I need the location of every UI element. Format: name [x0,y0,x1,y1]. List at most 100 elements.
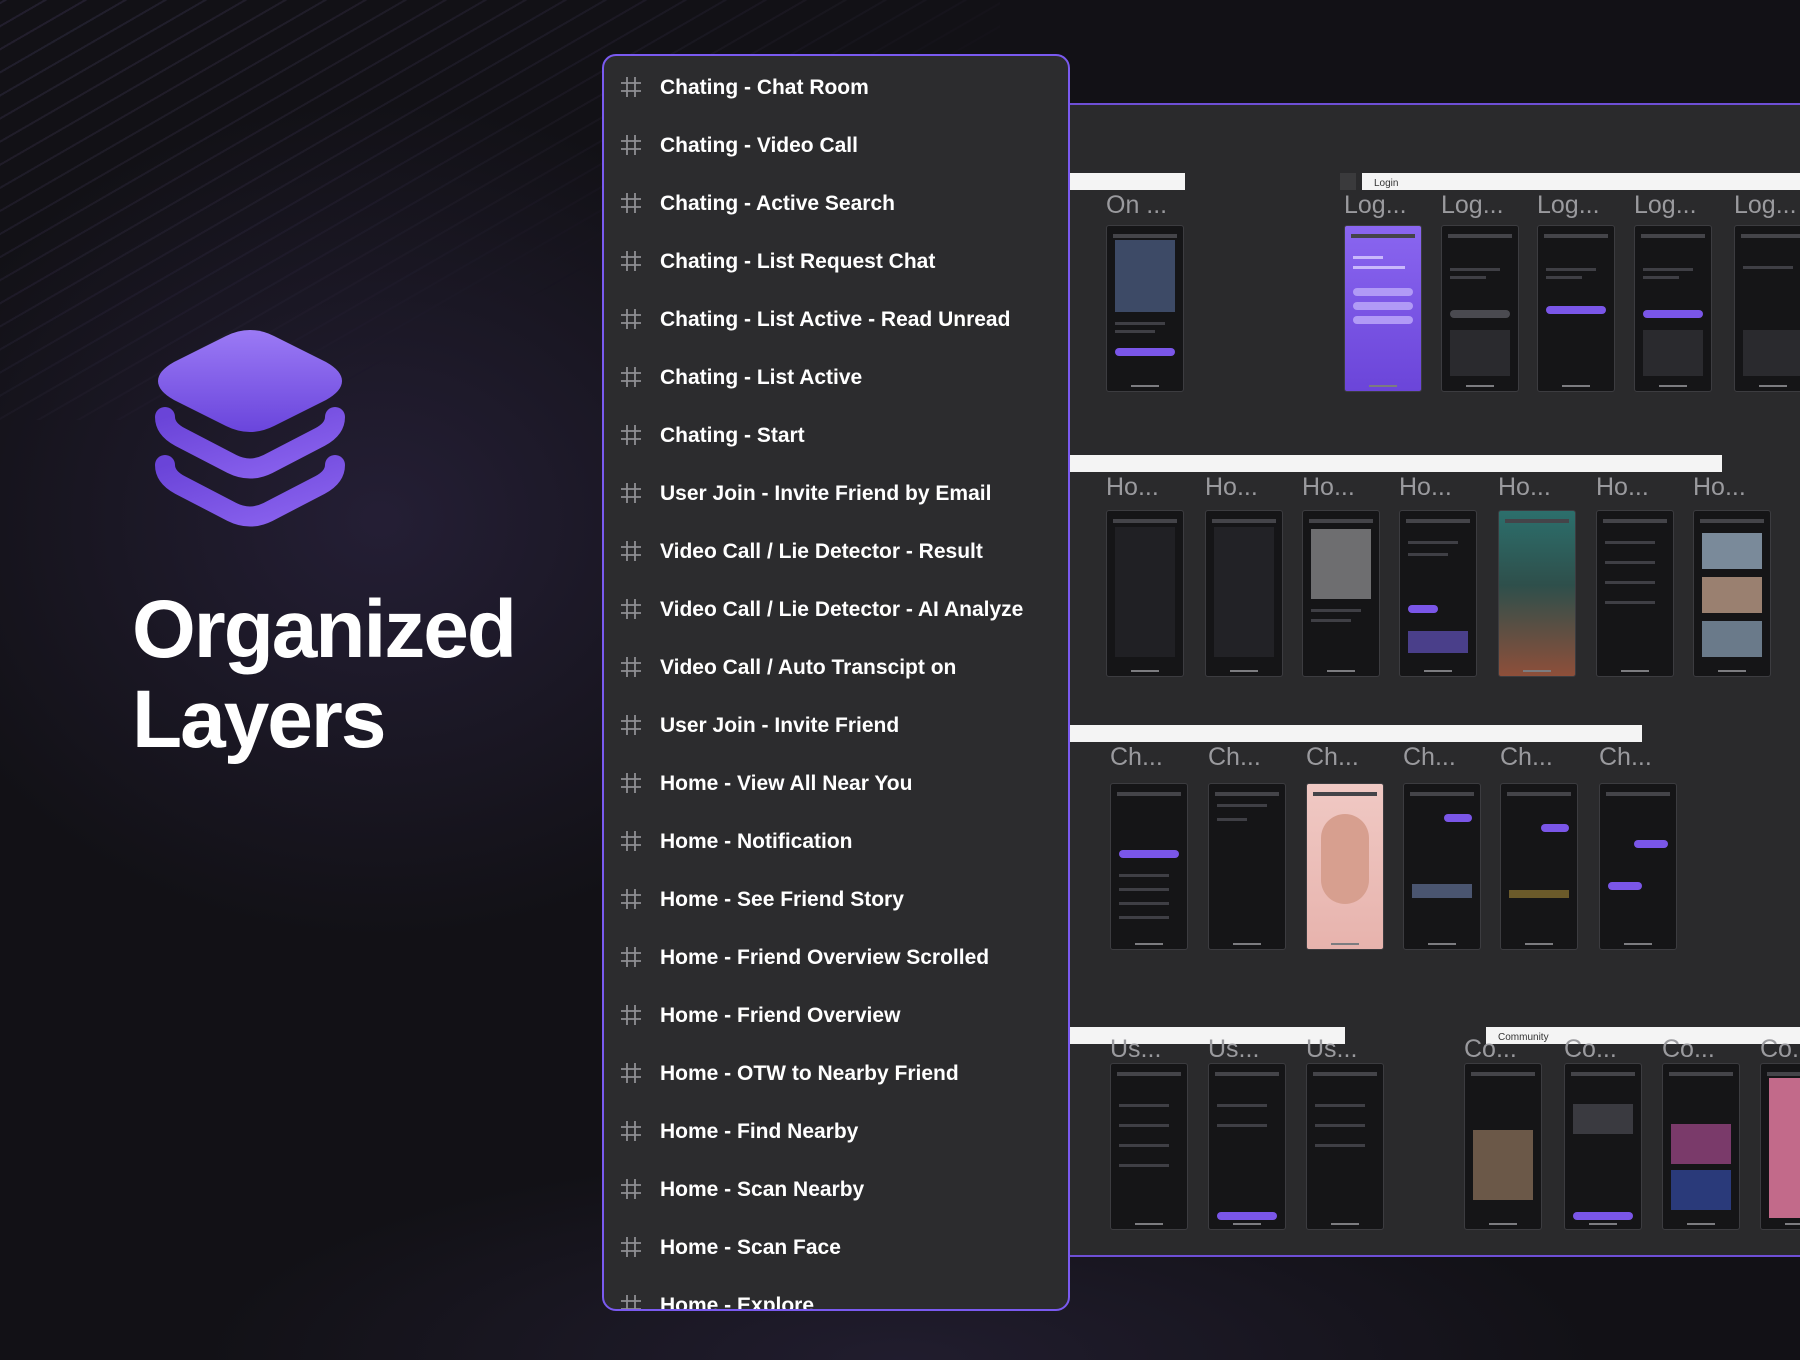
frame-thumbnail[interactable] [1106,510,1184,677]
frame-label: Us... [1110,1035,1162,1063]
frame-label: Co... [1760,1035,1800,1063]
frame-label: Log... [1537,191,1600,219]
layer-item[interactable]: Chating - Start [604,407,1068,465]
layer-label: Home - See Friend Story [660,888,904,911]
layer-item[interactable]: Home - Friend Overview Scrolled [604,929,1068,987]
layer-item[interactable]: Chating - List Request Chat [604,233,1068,291]
layer-label: Home - View All Near You [660,772,913,795]
frame-thumbnail[interactable] [1498,510,1576,677]
frame-thumbnail[interactable] [1634,225,1712,392]
frame-hash-icon [621,715,641,735]
frame-label: Ho... [1399,473,1452,501]
layer-item[interactable]: Chating - List Active - Read Unread [604,291,1068,349]
frame-thumbnail[interactable] [1596,510,1674,677]
frame-label: Ho... [1693,473,1746,501]
layer-item[interactable]: Video Call / Lie Detector - Result [604,523,1068,581]
layer-item[interactable]: Video Call / Lie Detector - AI Analyze [604,581,1068,639]
layer-item[interactable]: Home - Find Nearby [604,1103,1068,1161]
frame-thumbnail[interactable] [1306,783,1384,950]
layer-label: User Join - Invite Friend [660,714,900,737]
layer-label: Chating - Start [660,424,805,447]
layer-label: Chating - Video Call [660,134,858,157]
layer-item[interactable]: Home - Scan Nearby [604,1161,1068,1219]
layer-label: Chating - List Request Chat [660,250,936,273]
headline: Organized Layers [132,584,517,765]
frame-thumbnail[interactable] [1693,510,1771,677]
layer-item[interactable]: Chating - Active Search [604,175,1068,233]
layer-label: Video Call / Auto Transcipt on [660,656,957,679]
layer-item[interactable]: Home - Explore [604,1277,1068,1311]
layers-panel[interactable]: Chating - Chat Room Chating - Video Call… [602,54,1070,1311]
frame-thumbnail[interactable] [1399,510,1477,677]
layer-label: Video Call / Lie Detector - Result [660,540,983,563]
frame-hash-icon [621,483,641,503]
frame-thumbnail[interactable] [1110,783,1188,950]
section-header-login[interactable]: Login [1340,173,1800,190]
frame-thumbnail[interactable] [1662,1063,1740,1230]
section-header-community[interactable]: Community [1486,1027,1800,1044]
frame-label: Ch... [1599,743,1652,771]
frame-hash-icon [621,773,641,793]
frame-hash-icon [621,831,641,851]
layer-item[interactable]: Home - View All Near You [604,755,1068,813]
layer-item[interactable]: Chating - Video Call [604,117,1068,175]
frame-label: On ... [1106,191,1168,219]
frame-thumbnail[interactable] [1599,783,1677,950]
frame-thumbnail[interactable] [1464,1063,1542,1230]
layer-label: Home - OTW to Nearby Friend [660,1062,959,1085]
layer-item[interactable]: Home - See Friend Story [604,871,1068,929]
frame-thumbnail[interactable] [1564,1063,1642,1230]
frame-label: Co... [1662,1035,1715,1063]
layer-label: Home - Scan Face [660,1236,841,1259]
frame-thumbnail[interactable] [1760,1063,1800,1230]
frame-hash-icon [621,947,641,967]
section-header-bar [1040,725,1642,742]
frame-hash-icon [621,251,641,271]
layer-item[interactable]: Home - Scan Face [604,1219,1068,1277]
frame-thumbnail[interactable] [1306,1063,1384,1230]
frame-thumbnail[interactable] [1537,225,1615,392]
frame-hash-icon [621,657,641,677]
frame-thumbnail[interactable] [1205,510,1283,677]
frame-hash-icon [621,599,641,619]
layer-item[interactable]: Video Call / Auto Transcipt on [604,639,1068,697]
layer-item[interactable]: Home - OTW to Nearby Friend [604,1045,1068,1103]
layer-label: Home - Friend Overview Scrolled [660,946,990,969]
layer-item[interactable]: Chating - List Active [604,349,1068,407]
layer-label: Video Call / Lie Detector - AI Analyze [660,598,1024,621]
frame-label: Log... [1734,191,1797,219]
frame-thumbnail[interactable] [1344,225,1422,392]
layer-item[interactable]: User Join - Invite Friend [604,697,1068,755]
frame-label: Ho... [1596,473,1649,501]
frame-thumbnail[interactable] [1106,225,1184,392]
layer-label: Home - Explore [660,1294,815,1311]
frame-thumbnail[interactable] [1208,783,1286,950]
layer-label: Home - Friend Overview [660,1004,901,1027]
design-canvas-preview[interactable]: Login On ... Log... Log... Log... Log...… [1040,103,1800,1257]
frame-label: Us... [1208,1035,1260,1063]
section-header-bar [1040,455,1722,472]
layer-label: User Join - Invite Friend by Email [660,482,992,505]
frame-hash-icon [621,889,641,909]
frame-hash-icon [621,367,641,387]
stacked-layers-logo-icon [155,330,345,527]
frame-label: Ho... [1498,473,1551,501]
layer-item[interactable]: Chating - Chat Room [604,59,1068,117]
frame-hash-icon [621,193,641,213]
layer-item[interactable]: Home - Friend Overview [604,987,1068,1045]
frame-label: Ch... [1500,743,1553,771]
frame-thumbnail[interactable] [1441,225,1519,392]
frame-thumbnail[interactable] [1302,510,1380,677]
frame-thumbnail[interactable] [1734,225,1800,392]
layer-item[interactable]: Home - Notification [604,813,1068,871]
layer-label: Home - Notification [660,830,853,853]
frame-label: Co... [1464,1035,1517,1063]
frame-thumbnail[interactable] [1208,1063,1286,1230]
frame-thumbnail[interactable] [1403,783,1481,950]
headline-line-1: Organized [132,584,517,675]
frame-hash-icon [621,309,641,329]
frame-thumbnail[interactable] [1500,783,1578,950]
frame-thumbnail[interactable] [1110,1063,1188,1230]
layer-item[interactable]: User Join - Invite Friend by Email [604,465,1068,523]
frame-hash-icon [621,425,641,445]
